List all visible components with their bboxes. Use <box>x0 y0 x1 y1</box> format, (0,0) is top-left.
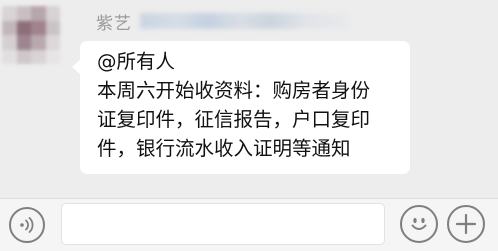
message-text-line: 件，银行流水收入证明等通知 <box>97 137 351 160</box>
plus-icon <box>455 213 477 235</box>
emoji-button[interactable] <box>400 205 438 243</box>
more-functions-button[interactable] <box>447 205 485 243</box>
message-mention-line: @所有人 <box>97 50 176 73</box>
chat-area: 紫艺 @所有人 本周六开始收资料：购房者身份 证复印件，征信报告，户口复印 件，… <box>0 0 498 198</box>
sender-avatar[interactable] <box>2 6 60 64</box>
redacted-sender-info <box>140 13 350 29</box>
sender-header: 紫艺 <box>96 10 350 34</box>
voice-icon <box>20 217 34 233</box>
sender-name: 紫艺 <box>96 13 132 34</box>
message-input[interactable] <box>61 203 385 245</box>
message-text-line: 证复印件，征信报告，户口复印 <box>97 108 371 131</box>
input-bar <box>0 198 498 251</box>
message-text-line: 本周六开始收资料：购房者身份 <box>97 79 371 102</box>
voice-input-button[interactable] <box>9 207 45 243</box>
message-bubble[interactable]: @所有人 本周六开始收资料：购房者身份 证复印件，征信报告，户口复印 件，银行流… <box>72 41 410 174</box>
emoji-icon <box>411 217 427 230</box>
